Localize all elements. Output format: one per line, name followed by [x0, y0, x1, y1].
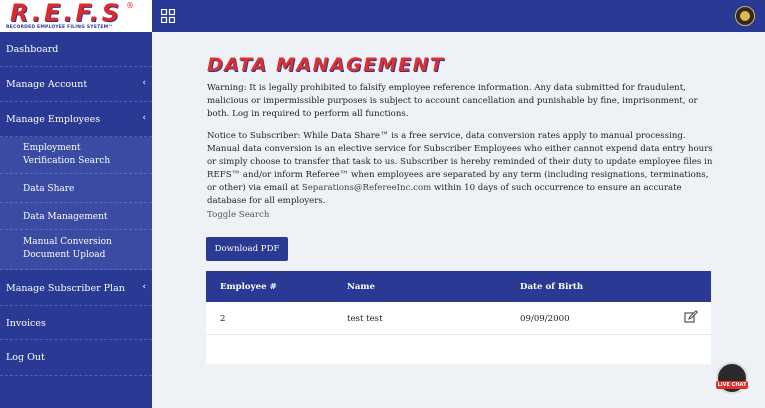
separations-email-link[interactable]: Separations@RefereeInc.com: [302, 183, 431, 193]
sidebar-item-manage-account[interactable]: Manage Account ‹: [0, 67, 152, 102]
live-chat-label[interactable]: LIVE CHAT: [716, 381, 748, 389]
sidebar: Dashboard Manage Account ‹ Manage Employ…: [0, 32, 152, 408]
sidebar-item-label: Dashboard: [6, 44, 59, 55]
chevron-left-icon: ‹: [142, 78, 146, 88]
warning-text: Warning: It is legally prohibited to fal…: [207, 83, 698, 119]
edit-icon[interactable]: [684, 310, 698, 324]
sidebar-subitem-data-share[interactable]: Data Share: [0, 174, 152, 203]
notice-text: Notice to Subscriber: While Data Share™ …: [207, 130, 717, 208]
column-header-employee-number[interactable]: Employee #: [220, 282, 277, 292]
sidebar-subitem-label: Data Management: [23, 212, 108, 222]
sidebar-item-label: Invoices: [6, 318, 46, 329]
sidebar-subitem-manual-conversion-upload[interactable]: Manual Conversion Document Upload: [0, 230, 152, 270]
logo-registered-mark: ®: [126, 1, 134, 10]
sidebar-item-label: Manage Subscriber Plan: [6, 283, 125, 294]
toggle-search-link[interactable]: Toggle Search: [207, 210, 269, 220]
user-avatar[interactable]: [735, 6, 755, 26]
column-header-date-of-birth[interactable]: Date of Birth: [520, 282, 583, 292]
sidebar-subitem-employment-verification-search[interactable]: Employment Verification Search: [0, 137, 152, 174]
sidebar-subitem-label: Employment Verification Search: [23, 143, 111, 166]
sidebar-subitem-label: Manual Conversion Document Upload: [23, 237, 112, 260]
main-content: DATA MANAGEMENT Warning: It is legally p…: [152, 32, 765, 408]
apps-grid-icon[interactable]: [161, 9, 175, 23]
page-title: DATA MANAGEMENT: [207, 54, 445, 76]
sidebar-item-label: Manage Account: [6, 79, 88, 90]
sidebar-item-label: Manage Employees: [6, 114, 101, 125]
chevron-left-icon: ‹: [142, 282, 146, 292]
cell-date-of-birth: 09/09/2000: [520, 314, 570, 324]
logo-text: R.E.F.S: [10, 0, 123, 27]
column-header-name[interactable]: Name: [347, 282, 375, 292]
live-chat-button[interactable]: [716, 362, 748, 394]
sidebar-item-invoices[interactable]: Invoices: [0, 306, 152, 340]
employee-table: Employee # Name Date of Birth 2 test tes…: [206, 271, 711, 364]
logo-subtitle: RECORDED EMPLOYEE FILING SYSTEM™: [6, 25, 114, 30]
sidebar-item-manage-subscriber-plan[interactable]: Manage Subscriber Plan ‹: [0, 270, 152, 306]
sidebar-subitem-label: Data Share: [23, 184, 75, 194]
sidebar-item-log-out[interactable]: Log Out: [0, 340, 152, 376]
chevron-down-icon: ‹: [142, 113, 146, 123]
sidebar-subitem-data-management[interactable]: Data Management: [0, 203, 152, 230]
logo[interactable]: R.E.F.S ® RECORDED EMPLOYEE FILING SYSTE…: [0, 0, 152, 32]
table-row: 2 test test 09/09/2000: [206, 302, 711, 335]
cell-employee-number: 2: [220, 314, 226, 324]
sidebar-item-label: Log Out: [6, 352, 45, 363]
download-pdf-button[interactable]: Download PDF: [206, 237, 288, 261]
cell-name: test test: [347, 314, 383, 324]
sidebar-item-manage-employees[interactable]: Manage Employees ‹: [0, 102, 152, 137]
sidebar-item-dashboard[interactable]: Dashboard: [0, 32, 152, 67]
table-header: Employee # Name Date of Birth: [206, 271, 711, 302]
